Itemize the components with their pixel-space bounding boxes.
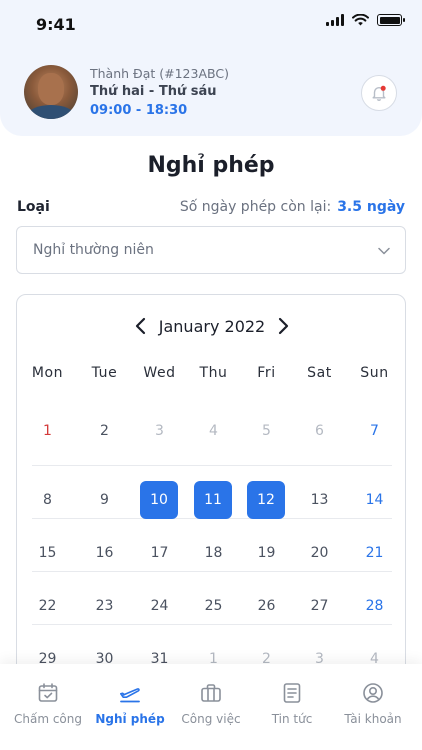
weekday-header: Sun (360, 365, 389, 381)
calendar-day[interactable]: 14 (348, 492, 401, 508)
remaining-days-value: 3.5 ngày (337, 199, 405, 215)
calendar-day[interactable]: 7 (348, 423, 401, 439)
calendar: January 2022 Mon Tue Wed Thu Fri Sat Sun 1 2 3 4 5 6… (16, 294, 406, 694)
tab-label: Chấm công (13, 712, 82, 726)
cellular-signal-icon (326, 14, 344, 26)
calendar-day[interactable]: 24 (133, 598, 186, 614)
account-icon (363, 683, 383, 703)
calendar-day[interactable]: 22 (21, 598, 74, 614)
weekday-header: Wed (143, 365, 176, 381)
weekday-header: Sat (307, 365, 332, 381)
tab-3[interactable]: Tin tức (251, 664, 333, 750)
calendar-day[interactable]: 6 (293, 423, 346, 439)
calendar-day-selected[interactable]: 11 (194, 481, 232, 519)
calendar-day[interactable]: 3 (133, 423, 186, 439)
remaining-days: Số ngày phép còn lại: 3.5 ngày (180, 199, 405, 215)
user-hours: 09:00 - 18:30 (90, 103, 188, 118)
calendar-day[interactable]: 16 (78, 545, 131, 561)
tab-label: Tài khoản (344, 712, 402, 726)
notification-button[interactable] (361, 75, 397, 111)
calendar-day[interactable]: 21 (348, 545, 401, 561)
bell-icon (372, 85, 386, 101)
calendar-day[interactable]: 25 (187, 598, 240, 614)
calendar-day[interactable]: 20 (293, 545, 346, 561)
weekday-header: Tue (91, 365, 118, 381)
user-name: Thành Đạt (#123ABC) (90, 66, 229, 81)
calendar-day[interactable]: 17 (133, 545, 186, 561)
calendar-day[interactable]: 5 (240, 423, 293, 439)
remaining-days-label: Số ngày phép còn lại: (179, 199, 332, 215)
calendar-day-selected[interactable]: 12 (247, 481, 285, 519)
battery-icon (377, 14, 405, 26)
leave-type-select[interactable]: Nghỉ thường niên (16, 226, 406, 274)
row-divider (32, 571, 392, 572)
tab-label: Tin tức (271, 712, 313, 726)
tab-label: Công việc (181, 712, 241, 726)
status-bar: 9:41 (0, 0, 422, 48)
calendar-day[interactable]: 2 (78, 423, 131, 439)
calendar-day[interactable]: 28 (348, 598, 401, 614)
status-time: 9:41 (36, 15, 76, 34)
tab-label: Nghỉ phép (95, 712, 165, 726)
calendar-day[interactable]: 8 (21, 492, 74, 508)
weekday-header: Thu (199, 365, 228, 381)
tab-0[interactable]: Chấm công (7, 664, 89, 750)
calendar-day[interactable]: 27 (293, 598, 346, 614)
profile-header: 9:41 Thành Đạt (#123ABC) Thứ hai - Thứ s… (0, 0, 422, 136)
calendar-day[interactable]: 1 (21, 423, 74, 439)
status-icons (326, 14, 405, 26)
tab-4[interactable]: Tài khoản (332, 664, 414, 750)
weekday-header: Mon (31, 365, 64, 381)
calendar-month-label: January 2022 (158, 317, 266, 336)
calendar-day[interactable]: 4 (187, 423, 240, 439)
leave-type-value: Nghỉ thường niên (33, 242, 154, 258)
calendar-day[interactable]: 9 (78, 492, 131, 508)
chevron-down-icon (378, 247, 390, 255)
row-divider (32, 465, 392, 466)
chevron-right-icon[interactable] (275, 316, 291, 336)
plane-icon (120, 688, 140, 703)
weekday-header: Fri (257, 365, 276, 381)
calendar-day[interactable]: 15 (21, 545, 74, 561)
tab-1[interactable]: Nghỉ phép (89, 664, 171, 750)
calendar-day[interactable]: 19 (240, 545, 293, 561)
news-icon (283, 683, 301, 703)
leave-type-label: Loại (17, 199, 50, 215)
calendar-day[interactable]: 23 (78, 598, 131, 614)
row-divider (32, 624, 392, 625)
briefcase-icon (201, 684, 221, 702)
avatar[interactable] (24, 65, 78, 119)
calendar-navigation: January 2022 (17, 316, 405, 336)
calendar-day-selected[interactable]: 10 (140, 481, 178, 519)
bottom-navigation: Chấm công Nghỉ phép Công việc Tin tức Tài kh… (0, 664, 422, 750)
page-title: Nghỉ phép (147, 153, 275, 178)
wifi-icon (352, 14, 369, 26)
calendar-day[interactable]: 26 (240, 598, 293, 614)
calendar-check-icon (38, 683, 58, 702)
calendar-day[interactable]: 18 (187, 545, 240, 561)
user-workdays: Thứ hai - Thứ sáu (90, 84, 217, 99)
calendar-day[interactable]: 13 (293, 492, 346, 508)
tab-2[interactable]: Công việc (170, 664, 252, 750)
